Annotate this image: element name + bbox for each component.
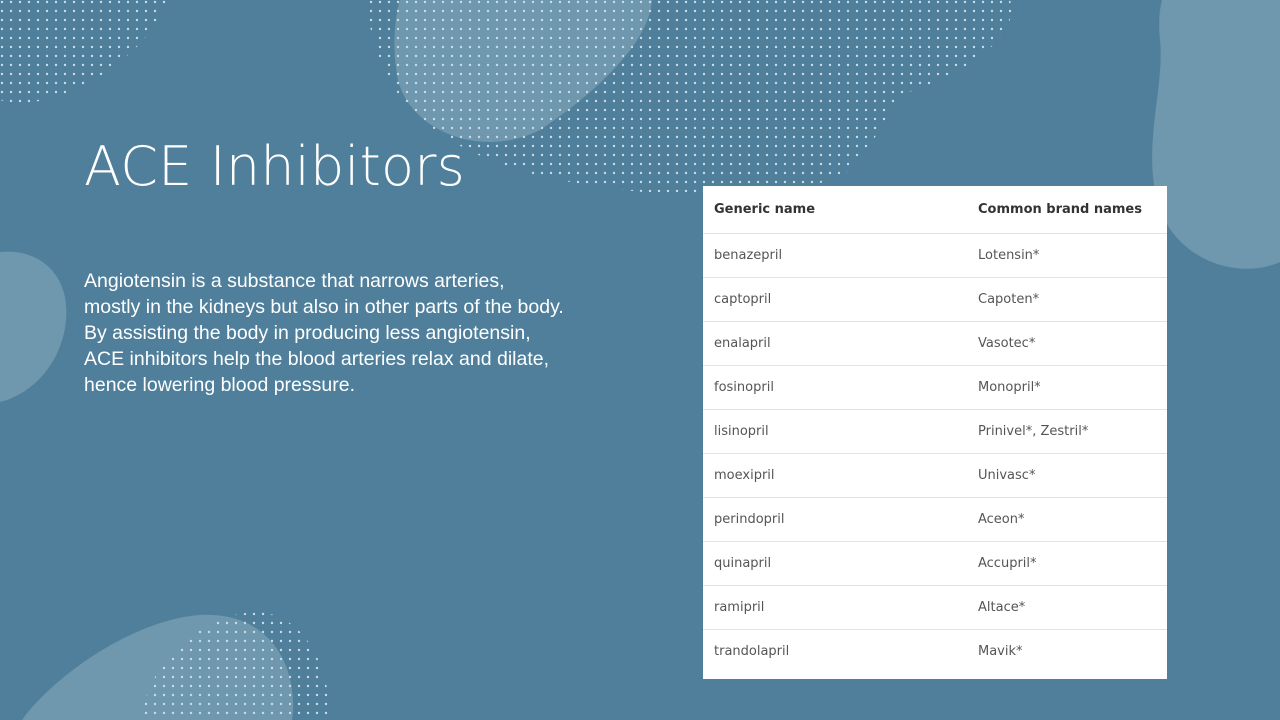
generic-name-cell: ramipril bbox=[703, 585, 967, 630]
table-row: lisinopril Prinivel*, Zestril* bbox=[703, 409, 1167, 454]
blob-top-right bbox=[1152, 0, 1280, 269]
table-row: fosinopril Monopril* bbox=[703, 365, 1167, 410]
table-row: captopril Capoten* bbox=[703, 277, 1167, 322]
brand-names-cell: Monopril* bbox=[967, 365, 1167, 410]
slide: ACE Inhibitors Angiotensin is a substanc… bbox=[0, 0, 1280, 720]
dots-top-left bbox=[0, 0, 166, 103]
table-row: ramipril Altace* bbox=[703, 585, 1167, 630]
table-row: trandolapril Mavik* bbox=[703, 630, 1167, 674]
header-generic-name: Generic name bbox=[703, 186, 967, 234]
table-row: quinapril Accupril* bbox=[703, 541, 1167, 586]
table-row: perindopril Aceon* bbox=[703, 497, 1167, 542]
brand-names-cell: Altace* bbox=[967, 585, 1167, 630]
ace-inhibitors-table: Generic name Common brand names benazepr… bbox=[703, 186, 1167, 679]
generic-name-cell: benazepril bbox=[703, 233, 967, 278]
table-row: moexipril Univasc* bbox=[703, 453, 1167, 498]
generic-name-cell: enalapril bbox=[703, 321, 967, 366]
generic-name-cell: perindopril bbox=[703, 497, 967, 542]
brand-names-cell: Capoten* bbox=[967, 277, 1167, 322]
table-row: benazepril Lotensin* bbox=[703, 233, 1167, 278]
generic-name-cell: quinapril bbox=[703, 541, 967, 586]
generic-name-cell: fosinopril bbox=[703, 365, 967, 410]
brand-names-cell: Prinivel*, Zestril* bbox=[967, 409, 1167, 454]
blob-left bbox=[0, 251, 67, 402]
generic-name-cell: trandolapril bbox=[714, 644, 790, 659]
slide-body-text: Angiotensin is a substance that narrows … bbox=[84, 270, 564, 396]
slide-title: ACE Inhibitors bbox=[84, 135, 465, 198]
header-brand-names: Common brand names bbox=[967, 186, 1167, 234]
generic-name-cell: captopril bbox=[703, 277, 967, 322]
generic-name-cell: lisinopril bbox=[703, 409, 967, 454]
table-header-row: Generic name Common brand names bbox=[703, 186, 1167, 234]
brand-names-cell: Lotensin* bbox=[967, 233, 1167, 278]
brand-names-cell: Vasotec* bbox=[967, 321, 1167, 366]
brand-names-cell: Aceon* bbox=[967, 497, 1167, 542]
brand-names-cell: Mavik* bbox=[978, 644, 1023, 659]
generic-name-cell: moexipril bbox=[703, 453, 967, 498]
table-row: enalapril Vasotec* bbox=[703, 321, 1167, 366]
brand-names-cell: Univasc* bbox=[967, 453, 1167, 498]
brand-names-cell: Accupril* bbox=[967, 541, 1167, 586]
drug-table: Generic name Common brand names benazepr… bbox=[703, 186, 1167, 673]
